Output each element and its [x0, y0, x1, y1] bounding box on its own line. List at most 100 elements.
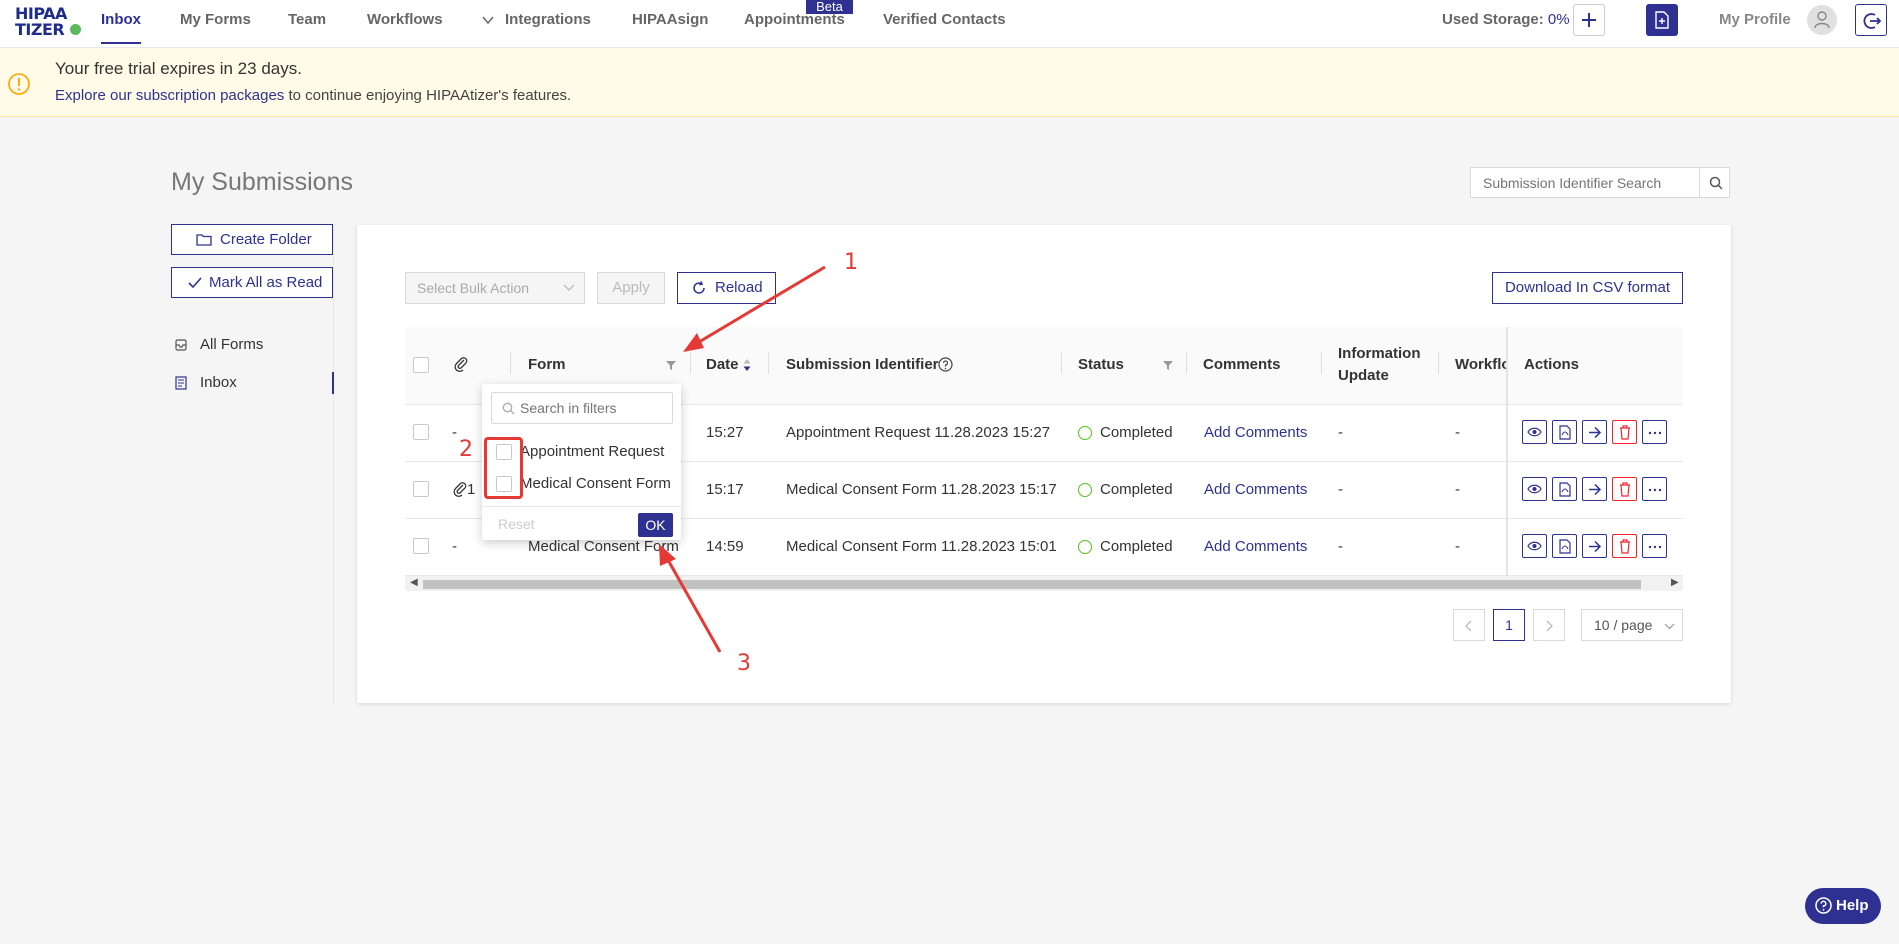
view-button[interactable] — [1522, 534, 1547, 558]
nav-integrations[interactable]: Integrations — [505, 11, 591, 28]
prev-page-button[interactable] — [1453, 609, 1485, 641]
help-circle-icon[interactable] — [938, 357, 953, 372]
subscription-packages-link[interactable]: Explore our subscription packages — [55, 87, 284, 104]
filter-reset-button[interactable]: Reset — [498, 516, 535, 532]
pdf-button[interactable] — [1552, 477, 1577, 501]
pdf-icon — [1559, 425, 1571, 440]
logout-button[interactable] — [1855, 4, 1887, 36]
inbox-icon — [175, 339, 187, 351]
annotation-number-3: 3 — [737, 651, 751, 676]
apply-button[interactable]: Apply — [597, 272, 665, 304]
filter-option-label: Medical Consent Form — [520, 475, 671, 492]
nav-my-forms[interactable]: My Forms — [180, 11, 251, 28]
page-1-button[interactable]: 1 — [1493, 609, 1525, 641]
row-checkbox[interactable] — [413, 481, 429, 497]
filter-icon[interactable] — [1162, 359, 1174, 371]
view-button[interactable] — [1522, 420, 1547, 444]
reload-button[interactable]: Reload — [677, 272, 776, 304]
next-page-button[interactable] — [1533, 609, 1565, 641]
forward-button[interactable] — [1582, 420, 1607, 444]
nav-inbox[interactable]: Inbox — [101, 11, 141, 28]
paperclip-icon — [453, 482, 467, 497]
logo-line-2: TIZER — [15, 20, 65, 39]
add-storage-button[interactable] — [1573, 4, 1605, 36]
filter-search-input[interactable] — [520, 393, 670, 423]
date-cell: 14:59 — [706, 538, 744, 555]
add-comments-link[interactable]: Add Comments — [1204, 481, 1307, 498]
more-button[interactable] — [1642, 477, 1667, 501]
nav-verified-contacts[interactable]: Verified Contacts — [883, 11, 1006, 28]
sidebar-item-all-forms[interactable]: All Forms — [171, 336, 331, 356]
status-cell: Completed — [1100, 424, 1173, 441]
check-circle-icon — [1078, 540, 1092, 554]
page-size-select[interactable]: 10 / page — [1581, 609, 1683, 641]
user-icon — [1814, 11, 1830, 29]
column-separator — [1061, 352, 1062, 374]
more-button[interactable] — [1642, 534, 1667, 558]
status-column-header: Status — [1078, 356, 1124, 373]
checkmark-icon — [188, 277, 202, 289]
add-comments-link[interactable]: Add Comments — [1204, 538, 1307, 555]
horizontal-scrollbar[interactable]: ◀ ▶ — [405, 576, 1683, 591]
status-cell: Completed — [1100, 538, 1173, 555]
sidebar-item-label: All Forms — [200, 336, 264, 353]
delete-button[interactable] — [1612, 420, 1637, 444]
delete-button[interactable] — [1612, 534, 1637, 558]
submission-search-input[interactable] — [1471, 168, 1700, 197]
avatar[interactable] — [1807, 5, 1837, 35]
forward-button[interactable] — [1582, 477, 1607, 501]
filter-ok-button[interactable]: OK — [638, 513, 673, 537]
actions-column-header: Actions — [1524, 356, 1580, 373]
date-cell: 15:17 — [706, 481, 744, 498]
bulk-action-select[interactable]: Select Bulk Action — [405, 272, 585, 304]
sort-icon[interactable] — [743, 359, 751, 371]
create-folder-button[interactable]: Create Folder — [171, 224, 333, 255]
eye-icon — [1527, 427, 1542, 437]
pdf-button[interactable] — [1552, 420, 1577, 444]
reload-icon — [693, 281, 705, 294]
pdf-button[interactable] — [1552, 534, 1577, 558]
search-button[interactable] — [1699, 167, 1730, 198]
form-cell: Medical Consent Form — [528, 538, 679, 555]
add-comments-link[interactable]: Add Comments — [1204, 424, 1307, 441]
row-checkbox[interactable] — [413, 424, 429, 440]
date-cell: 15:27 — [706, 424, 744, 441]
row-checkbox[interactable] — [413, 538, 429, 554]
view-button[interactable] — [1522, 477, 1547, 501]
select-all-checkbox[interactable] — [413, 357, 429, 373]
scroll-left-icon[interactable]: ◀ — [410, 577, 418, 588]
download-csv-button[interactable]: Download In CSV format — [1492, 272, 1683, 304]
more-button[interactable] — [1642, 420, 1667, 444]
submission-search-field[interactable] — [1470, 167, 1700, 198]
form-column-header: Form — [528, 356, 566, 373]
filter-icon[interactable] — [665, 359, 677, 371]
workflow-cell: - — [1455, 538, 1460, 555]
delete-button[interactable] — [1612, 477, 1637, 501]
comments-column-header: Comments — [1203, 356, 1281, 373]
arrow-right-icon — [1589, 426, 1602, 439]
nav-active-indicator — [101, 42, 141, 44]
workflow-column-header: Workflo — [1455, 356, 1511, 373]
nav-team[interactable]: Team — [288, 11, 326, 28]
mark-all-read-button[interactable]: Mark All as Read — [171, 267, 333, 298]
mark-all-read-label: Mark All as Read — [209, 274, 323, 291]
filter-search-field[interactable] — [491, 392, 673, 424]
hipaatizer-logo[interactable]: HIPAA TIZER — [15, 5, 83, 41]
nav-workflows[interactable]: Workflows — [367, 11, 443, 28]
forward-button[interactable] — [1582, 534, 1607, 558]
info-update-cell: - — [1338, 424, 1343, 441]
sidebar-item-inbox[interactable]: Inbox — [171, 374, 331, 394]
new-document-button[interactable] — [1646, 4, 1678, 36]
scroll-right-icon[interactable]: ▶ — [1671, 577, 1679, 588]
my-profile-link[interactable]: My Profile — [1719, 11, 1791, 28]
date-column-header[interactable]: Date — [706, 356, 739, 373]
filter-option-label: Appointment Request — [520, 443, 665, 460]
bulk-action-placeholder: Select Bulk Action — [417, 280, 530, 296]
scrollbar-thumb[interactable] — [423, 580, 1641, 589]
page-title: My Submissions — [171, 168, 353, 196]
annotation-number-1: 1 — [844, 250, 858, 275]
nav-hipaasign[interactable]: HIPAAsign — [632, 11, 708, 28]
logo-badge-icon — [70, 24, 81, 35]
help-button[interactable]: Help — [1805, 888, 1881, 924]
trial-message: Your free trial expires in 23 days. — [55, 59, 302, 78]
